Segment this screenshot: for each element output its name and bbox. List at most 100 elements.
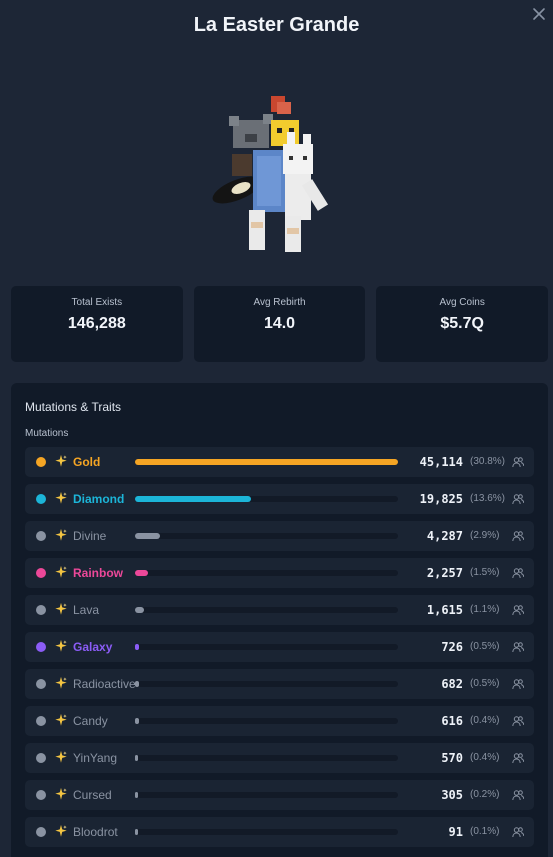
- mutation-row-galaxy[interactable]: Galaxy 726 (0.5%): [25, 632, 534, 662]
- mutation-percent: (13.6%): [470, 493, 506, 504]
- bar-fill: [135, 792, 138, 798]
- mutation-name: Rainbow: [73, 566, 123, 580]
- mutation-name: Candy: [73, 714, 108, 728]
- mutation-row-candy[interactable]: Candy 616 (0.4%): [25, 706, 534, 736]
- users-icon[interactable]: [512, 678, 524, 690]
- mutation-row-yinyang[interactable]: YinYang 570 (0.4%): [25, 743, 534, 773]
- color-dot: [36, 642, 46, 652]
- sparkle-icon: [55, 491, 67, 504]
- users-icon[interactable]: [512, 456, 524, 468]
- mutation-name: Diamond: [73, 492, 125, 506]
- bar-fill: [135, 607, 145, 613]
- mutations-panel: Mutations & Traits Mutations Gold 45,114 (…: [11, 383, 548, 857]
- bar-fill: [135, 496, 251, 502]
- stat-avg-coins: Avg Coins $5.7Q: [376, 286, 549, 362]
- modal-title: La Easter Grande: [193, 14, 360, 36]
- mutation-count: 91: [448, 825, 463, 839]
- sparkle-icon: [55, 528, 67, 541]
- bar-track: [135, 644, 398, 650]
- bar-fill: [135, 681, 139, 687]
- mutation-row-divine[interactable]: Divine 4,287 (2.9%): [25, 521, 534, 551]
- sparkle-icon: [55, 787, 67, 800]
- mutation-count: 570: [441, 751, 463, 765]
- mutation-row-diamond[interactable]: Diamond 19,825 (13.6%): [25, 484, 534, 514]
- mutation-name: Radioactive: [73, 677, 136, 691]
- mutation-percent: (30.8%): [470, 456, 506, 467]
- mutation-percent: (2.9%): [470, 530, 500, 541]
- mutation-percent: (1.5%): [470, 567, 500, 578]
- mutation-list: Gold 45,114 (30.8%) Diamond 19,825 (13.6%) Div…: [25, 447, 534, 854]
- sparkle-icon: [55, 602, 67, 615]
- users-icon[interactable]: [512, 641, 524, 653]
- stat-label: Total Exists: [71, 297, 123, 308]
- color-dot: [36, 790, 46, 800]
- users-icon[interactable]: [512, 530, 524, 542]
- bar-fill: [135, 718, 139, 724]
- mutation-name: Cursed: [73, 788, 112, 802]
- bar-fill: [135, 755, 139, 761]
- mutation-count: 2,257: [426, 566, 463, 580]
- mutation-row-gold[interactable]: Gold 45,114 (30.8%): [25, 447, 534, 477]
- mutation-count: 4,287: [426, 529, 463, 543]
- mutation-row-bloodrot[interactable]: Bloodrot 91 (0.1%): [25, 817, 534, 847]
- stat-avg-rebirth: Avg Rebirth 14.0: [193, 286, 366, 362]
- users-icon[interactable]: [512, 826, 524, 838]
- panel-title: Mutations & Traits: [25, 400, 122, 414]
- stats-row: Total Exists 146,288 Avg Rebirth 14.0 Av…: [11, 286, 549, 362]
- bar-fill: [135, 533, 160, 539]
- mutation-count: 19,825: [419, 492, 463, 506]
- bar-track: [135, 533, 398, 539]
- color-dot: [36, 568, 46, 578]
- users-icon[interactable]: [512, 752, 524, 764]
- color-dot: [36, 531, 46, 541]
- sparkle-icon: [55, 565, 67, 578]
- sparkle-icon: [55, 639, 67, 652]
- stat-label: Avg Coins: [439, 297, 485, 308]
- mutation-percent: (1.1%): [470, 604, 500, 615]
- sparkle-icon: [55, 824, 67, 837]
- bar-track: [135, 496, 398, 502]
- mutation-percent: (0.1%): [470, 826, 500, 837]
- mutation-row-rainbow[interactable]: Rainbow 2,257 (1.5%): [25, 558, 534, 588]
- mutation-row-cursed[interactable]: Cursed 305 (0.2%): [25, 780, 534, 810]
- mutation-count: 616: [441, 714, 463, 728]
- stat-value: 14.0: [263, 315, 296, 332]
- users-icon[interactable]: [512, 604, 524, 616]
- users-icon[interactable]: [512, 715, 524, 727]
- bar-fill: [135, 829, 138, 835]
- mutation-name: Lava: [73, 603, 100, 617]
- sparkle-icon: [55, 750, 67, 763]
- character-image: [212, 96, 329, 252]
- mutation-count: 305: [441, 788, 463, 802]
- users-icon[interactable]: [512, 789, 524, 801]
- bar-track: [135, 718, 398, 724]
- bar-track: [135, 792, 398, 798]
- sparkle-icon: [55, 454, 67, 467]
- sparkle-icon: [55, 713, 67, 726]
- mutation-count: 682: [441, 677, 463, 691]
- users-icon[interactable]: [512, 567, 524, 579]
- mutation-count: 45,114: [419, 455, 463, 469]
- sparkle-icon: [55, 676, 67, 689]
- mutation-count: 1,615: [426, 603, 463, 617]
- mutation-percent: (0.2%): [470, 789, 500, 800]
- bar-track: [135, 755, 398, 761]
- mutation-percent: (0.4%): [470, 752, 500, 763]
- color-dot: [36, 827, 46, 837]
- mutation-name: Bloodrot: [73, 825, 118, 839]
- color-dot: [36, 716, 46, 726]
- stat-label: Avg Rebirth: [253, 297, 306, 308]
- bar-fill: [135, 644, 140, 650]
- mutation-name: Galaxy: [73, 640, 113, 654]
- stat-value: $5.7Q: [440, 315, 484, 332]
- mutation-percent: (0.5%): [470, 641, 500, 652]
- color-dot: [36, 457, 46, 467]
- mutation-row-lava[interactable]: Lava 1,615 (1.1%): [25, 595, 534, 625]
- users-icon[interactable]: [512, 493, 524, 505]
- mutation-count: 726: [441, 640, 463, 654]
- color-dot: [36, 605, 46, 615]
- mutation-row-radioactive[interactable]: Radioactive 682 (0.5%): [25, 669, 534, 699]
- mutation-percent: (0.4%): [470, 715, 500, 726]
- color-dot: [36, 494, 46, 504]
- close-icon[interactable]: [531, 6, 547, 22]
